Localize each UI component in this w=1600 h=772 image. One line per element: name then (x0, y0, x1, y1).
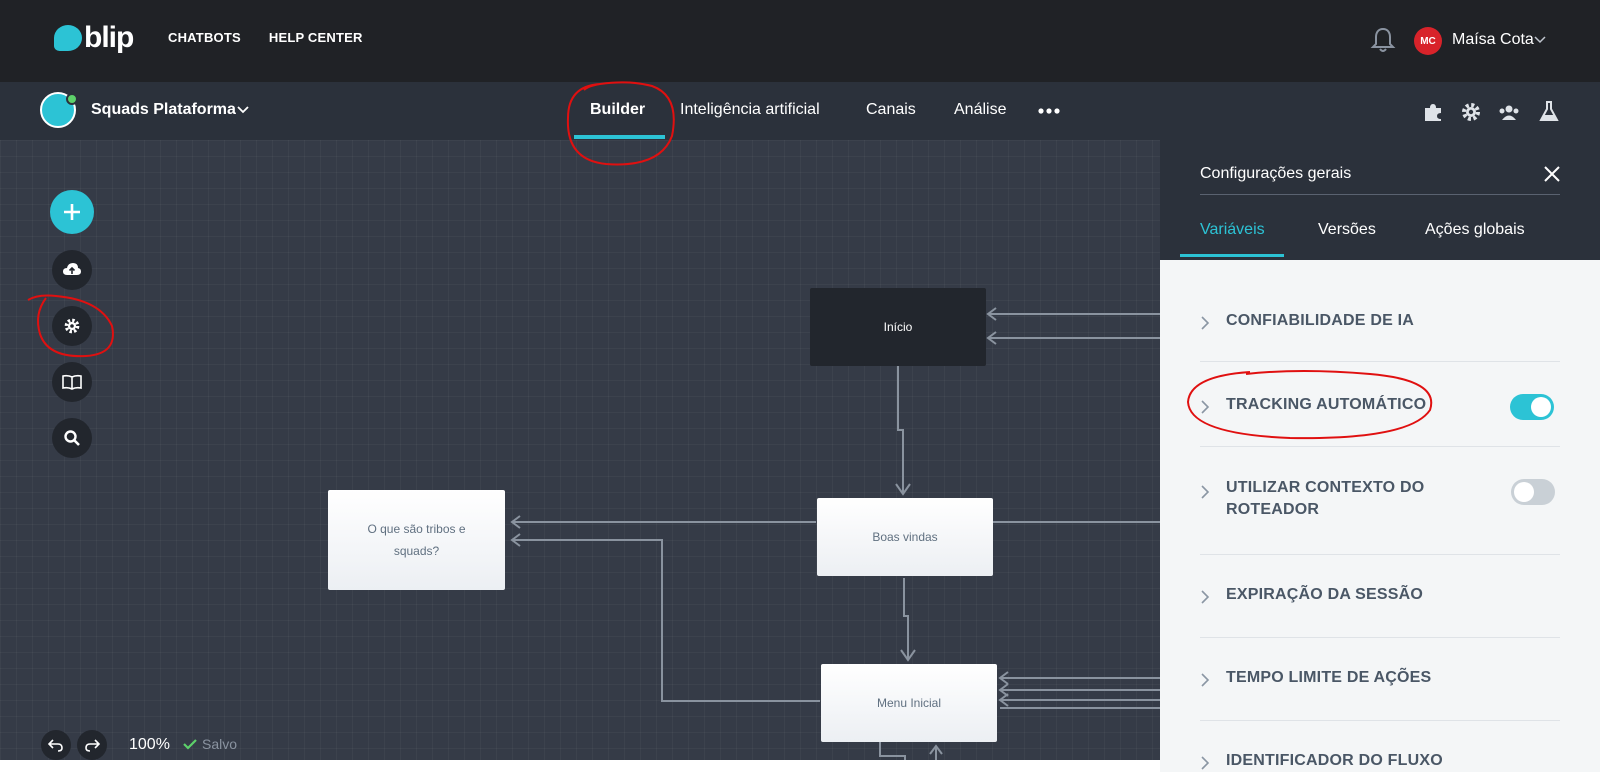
chevron-right-icon (1201, 673, 1210, 687)
plus-icon (64, 204, 80, 220)
block-title: Menu Inicial (876, 696, 942, 710)
tab-versions[interactable]: Versões (1318, 221, 1376, 239)
router-context-toggle[interactable] (1511, 479, 1555, 505)
undo-icon (48, 739, 63, 752)
nav-help-center[interactable]: HELP CENTER (269, 30, 363, 45)
gear-icon (64, 318, 80, 334)
tab-global-actions[interactable]: Ações globais (1425, 221, 1525, 239)
undo-button[interactable] (41, 730, 71, 760)
redo-icon (85, 739, 100, 752)
panel-title-divider (1200, 194, 1560, 195)
setting-label: EXPIRAÇÃO DA SESSÃO (1226, 586, 1424, 603)
block-title: O que são tribos e squads? (367, 522, 466, 558)
save-status-label: Salvo (202, 736, 238, 752)
setting-ai-confidence[interactable]: CONFIABILIDADE DE IA (1200, 298, 1560, 362)
cloud-upload-icon (63, 263, 81, 275)
close-icon[interactable] (1543, 165, 1561, 183)
flow-block-tribos-squads[interactable]: O que são tribos e squads? (328, 490, 505, 590)
tab-variables[interactable]: Variáveis (1200, 221, 1265, 239)
bot-name[interactable]: Squads Plataforma (91, 101, 236, 119)
setting-action-timeout[interactable]: TEMPO LIMITE DE AÇÕES (1200, 638, 1560, 721)
user-avatar[interactable]: MC (1414, 27, 1442, 55)
toggle-knob (1514, 482, 1534, 502)
documentation-button[interactable] (52, 362, 92, 402)
extensions-puzzle-icon[interactable] (1422, 101, 1444, 123)
panel-title: Configurações gerais (1200, 165, 1352, 182)
block-title: Início (883, 320, 913, 334)
blip-logo[interactable]: blip (54, 20, 134, 56)
add-block-button[interactable] (50, 190, 94, 234)
chevron-right-icon (1201, 590, 1210, 604)
active-tab-indicator (574, 135, 665, 139)
chevron-down-icon[interactable] (236, 104, 250, 116)
settings-button[interactable] (52, 306, 92, 346)
user-name[interactable]: Maísa Cota (1452, 31, 1534, 49)
tab-analysis[interactable]: Análise (954, 101, 1006, 119)
team-users-icon[interactable] (1498, 101, 1520, 123)
chevron-right-icon (1201, 316, 1210, 330)
logo-text: blip (84, 21, 134, 54)
more-options-icon[interactable] (1038, 103, 1060, 119)
tab-ai[interactable]: Inteligência artificial (680, 101, 820, 119)
chevron-right-icon (1201, 485, 1210, 499)
flow-block-menu-inicial[interactable]: Menu Inicial (821, 664, 997, 742)
setting-router-context[interactable]: UTILIZAR CONTEXTO DO ROTEADOR (1200, 447, 1560, 555)
notification-bell-icon[interactable] (1370, 26, 1396, 54)
setting-label: IDENTIFICADOR DO FLUXO (1226, 752, 1443, 769)
chevron-down-icon[interactable] (1533, 34, 1547, 46)
canvas-bottom-edge (0, 760, 1160, 772)
tab-channels[interactable]: Canais (866, 101, 916, 119)
toggle-knob (1531, 397, 1551, 417)
setting-label: UTILIZAR CONTEXTO DO ROTEADOR (1226, 479, 1425, 518)
flow-block-boas-vindas[interactable]: Boas vindas (817, 498, 993, 576)
setting-session-expiration[interactable]: EXPIRAÇÃO DA SESSÃO (1200, 555, 1560, 638)
setting-flow-identifier[interactable]: IDENTIFICADOR DO FLUXO (1200, 721, 1560, 772)
nav-chatbots[interactable]: CHATBOTS (168, 30, 241, 45)
settings-gear-icon[interactable] (1460, 101, 1482, 123)
setting-label: TEMPO LIMITE DE AÇÕES (1226, 669, 1432, 686)
beta-flask-icon[interactable] (1538, 100, 1560, 122)
redo-button[interactable] (77, 730, 107, 760)
flow-block-inicio[interactable]: Início (810, 288, 986, 366)
zoom-level: 100% (129, 736, 170, 753)
block-title: Boas vindas (872, 530, 938, 544)
auto-tracking-toggle[interactable] (1510, 394, 1554, 420)
search-icon (64, 430, 80, 446)
chevron-right-icon (1201, 400, 1210, 414)
settings-panel-header (1160, 140, 1600, 260)
search-button[interactable] (52, 418, 92, 458)
check-icon (183, 739, 197, 750)
publish-button[interactable] (52, 250, 92, 290)
chevron-right-icon (1201, 756, 1210, 770)
bot-online-status-icon (66, 93, 78, 105)
setting-label: CONFIABILIDADE DE IA (1226, 312, 1414, 329)
setting-auto-tracking[interactable]: TRACKING AUTOMÁTICO (1200, 362, 1560, 447)
top-nav-links: CHATBOTS HELP CENTER (168, 30, 363, 45)
tab-builder[interactable]: Builder (590, 101, 645, 119)
active-panel-tab-indicator (1180, 254, 1284, 257)
setting-label: TRACKING AUTOMÁTICO (1226, 396, 1427, 413)
open-book-icon (62, 374, 82, 390)
logo-bubble-icon (54, 25, 82, 51)
save-status: Salvo (182, 736, 237, 752)
